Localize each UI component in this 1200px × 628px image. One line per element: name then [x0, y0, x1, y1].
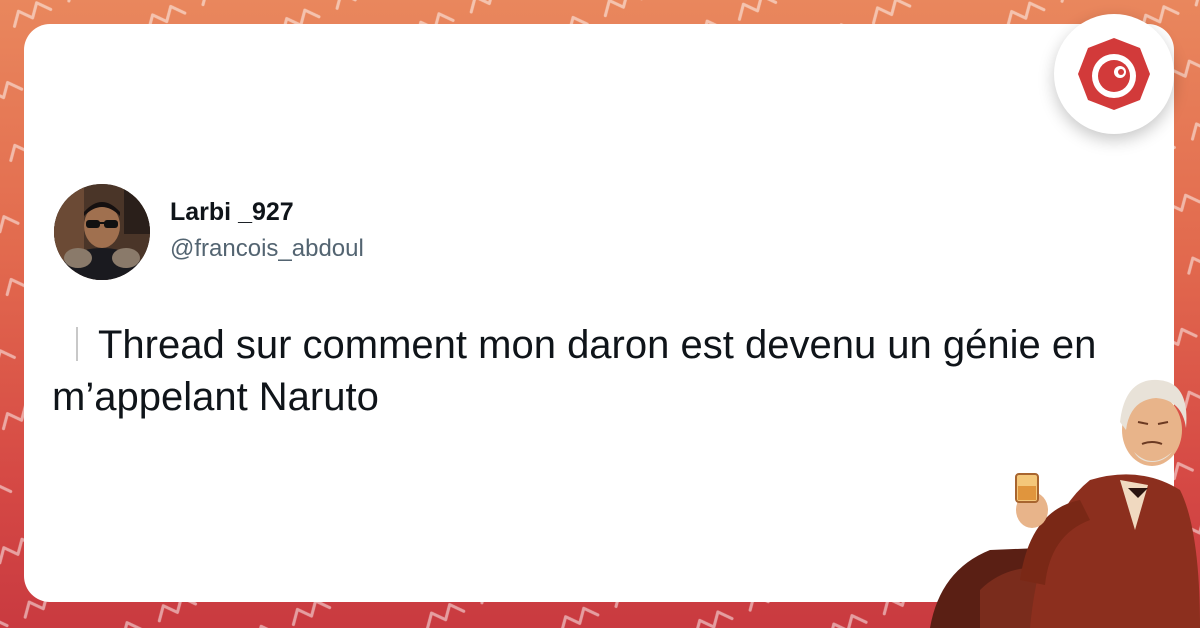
text-marker: [76, 327, 78, 361]
avatar-image: [54, 184, 150, 280]
brand-logo-badge[interactable]: [1054, 14, 1174, 134]
avatar[interactable]: [54, 184, 150, 280]
old-man-with-drink-illustration: [930, 379, 1200, 628]
user-handle[interactable]: @francois_abdoul: [170, 235, 364, 263]
display-name[interactable]: Larbi _927: [170, 198, 294, 227]
brand-logo-icon: [1078, 38, 1150, 110]
